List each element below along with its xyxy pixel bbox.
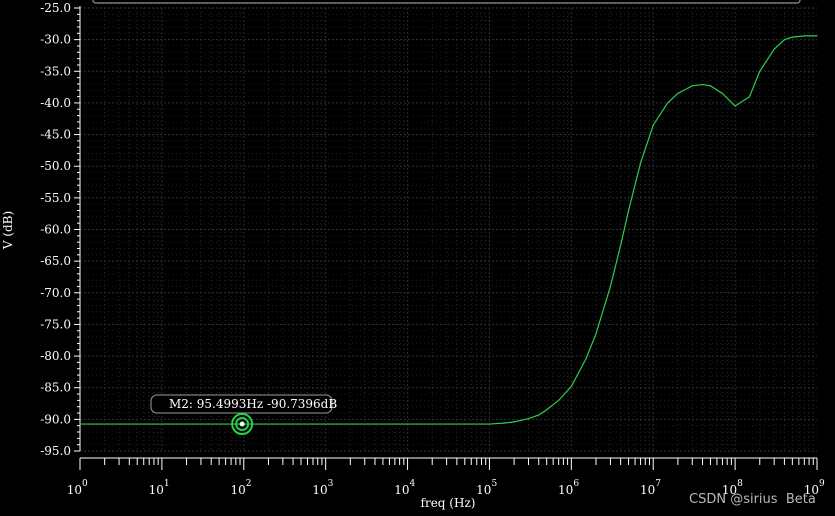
x-tick-exponent: 6 (573, 479, 579, 489)
y-tick-label: -75.0 (40, 317, 71, 331)
series-point (546, 409, 548, 411)
x-tick-exponent: 5 (491, 479, 497, 489)
series-point (527, 418, 530, 420)
y-tick-label: -60.0 (40, 223, 71, 237)
y-tick-label: -35.0 (40, 64, 71, 78)
y-tick-label: -90.0 (40, 412, 71, 426)
series-point (558, 399, 560, 401)
x-tick-exponent: 3 (328, 479, 334, 489)
x-tick-exponent: 2 (246, 479, 252, 489)
series-point (406, 423, 409, 425)
marker-center-dot[interactable] (239, 421, 245, 427)
series-point (325, 423, 327, 425)
series-point (734, 105, 736, 107)
x-tick-base: 10 (67, 483, 82, 497)
series-point (691, 85, 693, 87)
y-tick-label: -45.0 (40, 128, 71, 142)
series-point (595, 333, 597, 335)
series-point (503, 422, 505, 424)
x-tick-base: 10 (640, 483, 655, 497)
x-tick-exponent: 0 (82, 479, 88, 489)
y-tick-label: -55.0 (40, 191, 71, 205)
x-tick-base: 10 (312, 483, 327, 497)
series-point (677, 92, 679, 95)
series-point (639, 162, 642, 164)
series-point (513, 421, 515, 423)
chart-canvas: -25.0 -30.0 -35.0 -40.0 -45.0 -50.0 -55.0 -60.0… (0, 0, 835, 516)
series-point (488, 423, 491, 425)
watermark-text: CSDN @sirius Beta (689, 492, 816, 507)
y-tick-label: -85.0 (40, 381, 71, 395)
series-point (709, 85, 712, 87)
series-point (620, 244, 622, 246)
series-point (79, 423, 81, 425)
series-point (570, 385, 572, 388)
x-tick-exponent: 4 (410, 479, 416, 489)
x-tick-exponent: 8 (737, 479, 743, 489)
y-tick-label: -65.0 (40, 254, 71, 268)
x-tick-base: 10 (476, 483, 491, 497)
series-point (816, 35, 818, 37)
series-point (161, 423, 163, 425)
series-point (538, 414, 540, 416)
y-tick-label: -95.0 (40, 444, 71, 458)
series-point (667, 102, 669, 104)
y-tick-label: -50.0 (40, 159, 71, 173)
series-point (585, 358, 587, 360)
panel-frame (92, 0, 801, 4)
series-point (609, 285, 612, 288)
series-point (627, 209, 630, 212)
marker-label: M2: 95.4993Hz -90.7396dB (169, 397, 337, 411)
x-tick-base: 10 (558, 483, 573, 497)
series-point (773, 48, 775, 50)
x-axis-title: freq (Hz) (421, 496, 476, 510)
x-tick-base: 10 (149, 483, 164, 497)
y-tick-label: -25.0 (40, 1, 71, 15)
series-point (721, 92, 724, 95)
y-tick-label: -30.0 (40, 33, 71, 47)
series-point (652, 124, 654, 126)
x-tick-exponent: 1 (164, 479, 170, 489)
chart-background (0, 0, 835, 516)
y-tick-label: -70.0 (40, 286, 71, 300)
series-point (759, 70, 761, 72)
y-axis-title: V (dB) (1, 211, 15, 250)
x-tick-exponent: 7 (655, 479, 661, 489)
y-tick-label: -80.0 (40, 349, 71, 363)
series-point (783, 39, 786, 41)
y-tick-label: -40.0 (40, 96, 71, 110)
x-tick-base: 10 (394, 483, 409, 497)
series-point (803, 35, 805, 37)
series-point (791, 36, 793, 38)
series-point (748, 96, 751, 98)
x-tick-base: 10 (230, 483, 245, 497)
series-point (701, 83, 704, 86)
x-tick-exponent: 9 (819, 479, 825, 489)
